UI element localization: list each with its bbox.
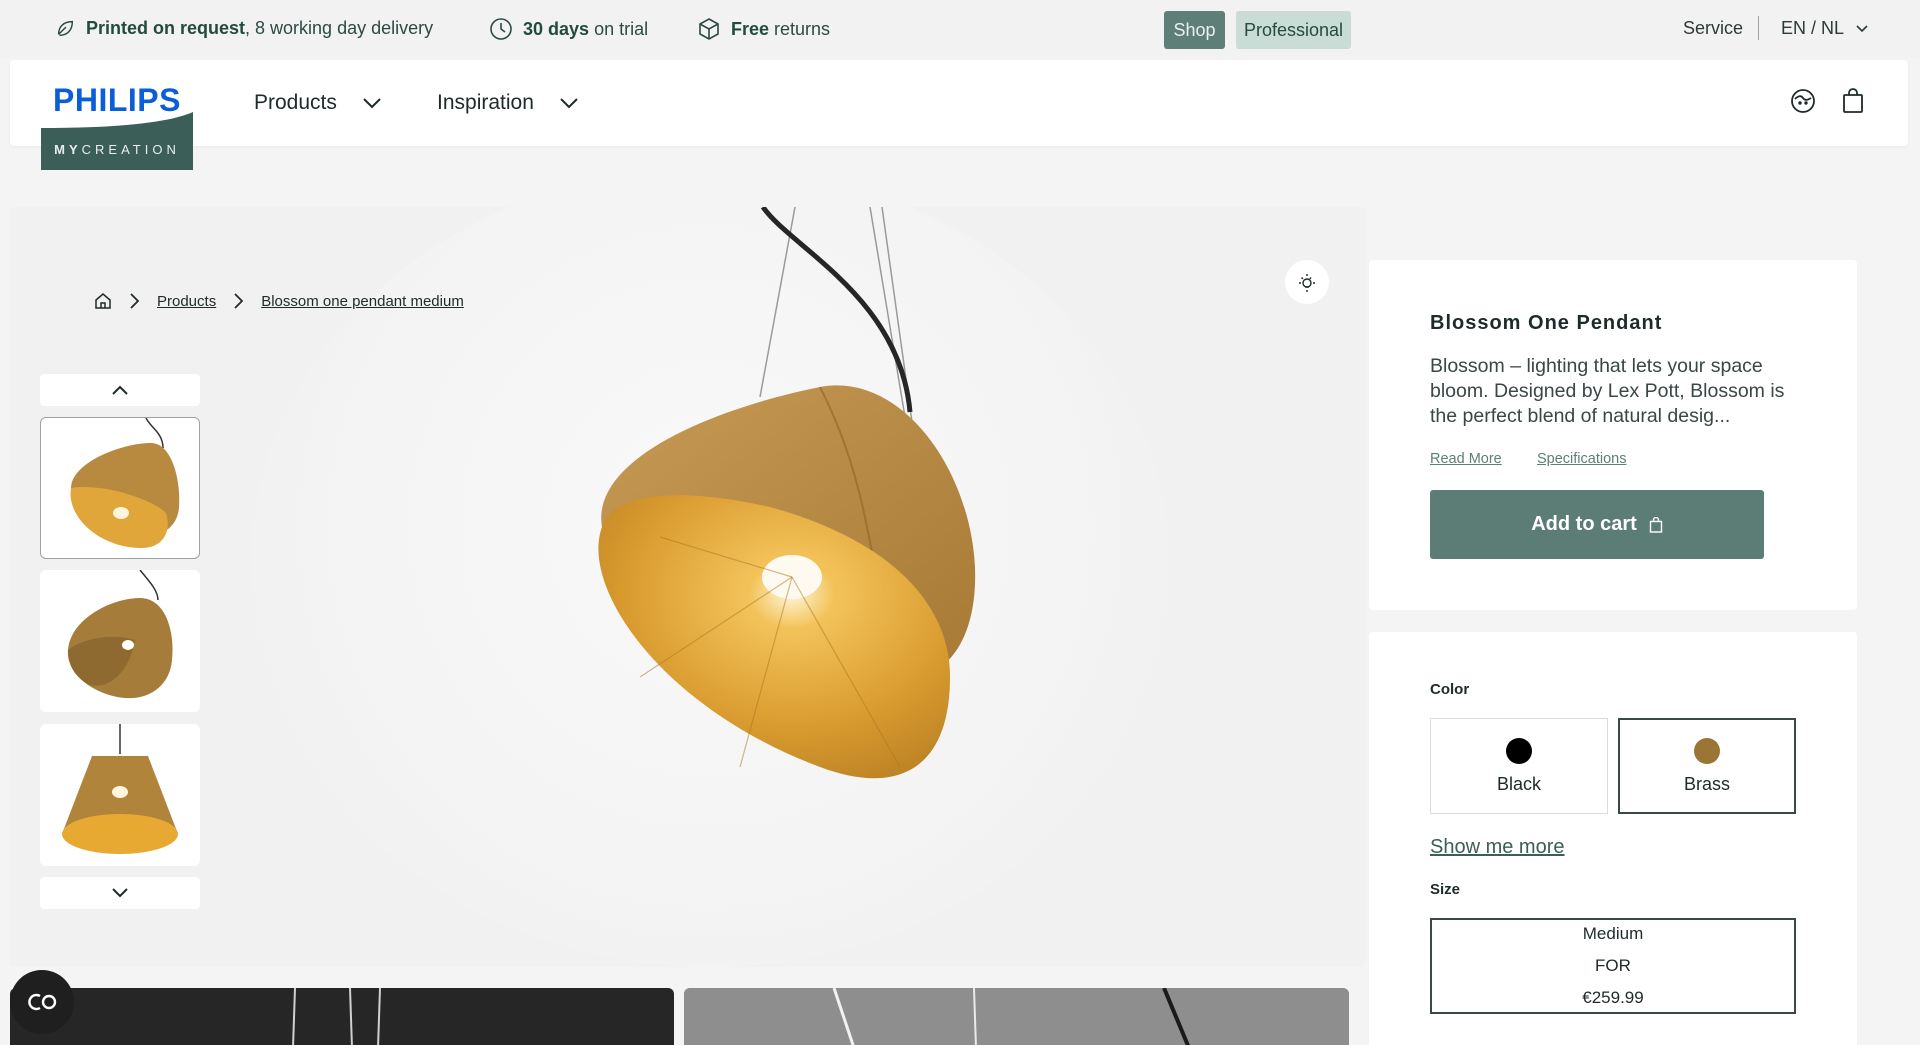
nav-products[interactable]: Products — [254, 91, 381, 115]
size-option-medium[interactable]: Medium FOR €259.99 — [1430, 918, 1796, 1014]
language-selector[interactable]: EN / NL — [1781, 18, 1868, 39]
thumbnail-scroll-up-button[interactable] — [40, 374, 200, 406]
lifestyle-image — [684, 988, 1349, 1045]
usp-text: returns — [774, 18, 831, 39]
size-for: FOR — [1595, 956, 1631, 975]
usp-printed-on-request: Printed on request , 8 working day deliv… — [54, 17, 433, 39]
thumbnail-image — [62, 724, 178, 854]
chevron-right-icon — [234, 293, 244, 309]
usp-bold: Printed on request — [86, 17, 246, 38]
lifestyle-image-2[interactable] — [684, 988, 1349, 1045]
color-option-black[interactable]: Black — [1430, 718, 1608, 814]
size-name: Medium — [1582, 924, 1644, 943]
add-to-cart-button[interactable]: Add to cart — [1430, 490, 1764, 559]
color-option-label: Black — [1496, 773, 1541, 794]
thumbnail-image — [70, 418, 180, 548]
show-me-more-link[interactable]: Show me more — [1430, 836, 1565, 859]
thumbnail-1[interactable] — [40, 417, 200, 559]
usp-text: , 8 working day delivery — [245, 17, 434, 38]
thumbnail-image — [67, 570, 173, 699]
usp-bold: Free — [731, 18, 770, 39]
logo-sub: MY CREATION — [41, 128, 193, 170]
leaf-icon — [57, 20, 74, 37]
account-icon[interactable] — [1790, 88, 1816, 114]
thumbnail-3[interactable] — [40, 724, 200, 866]
lifestyle-image — [292, 988, 381, 1045]
top-info-bar: Printed on request , 8 working day deliv… — [0, 0, 1920, 58]
chevron-right-icon — [130, 293, 139, 309]
usp-trial: 30 days on trial — [489, 17, 648, 41]
lifestyle-image-1[interactable] — [10, 988, 674, 1045]
thumbnail-2[interactable] — [40, 570, 200, 712]
color-label: Color — [1430, 681, 1470, 698]
nav-products-label: Products — [254, 91, 337, 114]
usp-bold: 30 days — [523, 18, 590, 39]
thumbnail-scroll-down-button[interactable] — [40, 877, 200, 909]
clock-icon — [490, 18, 512, 40]
box-icon — [699, 18, 719, 40]
product-main-image[interactable] — [520, 207, 1040, 827]
color-option-label: Brass — [1683, 773, 1730, 794]
breadcrumb-current-link[interactable]: Blossom one pendant medium — [261, 293, 464, 310]
accessibility-button[interactable] — [10, 970, 74, 1034]
color-dot-black — [1506, 737, 1532, 764]
chevron-down-icon — [112, 888, 128, 898]
shopping-bag-icon — [1649, 516, 1662, 533]
nav-inspiration-label: Inspiration — [437, 91, 534, 114]
add-to-cart-label: Add to cart — [1531, 513, 1637, 535]
chevron-down-icon — [560, 97, 578, 108]
product-description: Blossom – lighting that lets your space … — [1430, 355, 1785, 427]
breadcrumb: Products Blossom one pendant medium — [94, 292, 464, 310]
size-label: Size — [1430, 881, 1461, 898]
shop-toggle-button[interactable]: Shop — [1164, 11, 1225, 49]
logo-sub-bold: MY — [54, 141, 82, 157]
breadcrumb-products-link[interactable]: Products — [157, 293, 216, 310]
chevron-down-icon — [1856, 24, 1868, 32]
usp-returns: Free returns — [697, 17, 830, 41]
size-price: €259.99 — [1582, 988, 1644, 1007]
usp-text: on trial — [594, 18, 649, 39]
logo-sub-rest: CREATION — [81, 141, 180, 157]
home-icon[interactable] — [94, 292, 112, 310]
shopping-bag-icon[interactable] — [1842, 88, 1864, 114]
professional-toggle-button[interactable]: Professional — [1236, 11, 1351, 49]
nav-inspiration[interactable]: Inspiration — [437, 91, 578, 115]
accessibility-icon — [28, 993, 57, 1011]
specifications-link[interactable]: Specifications — [1537, 451, 1626, 467]
service-link[interactable]: Service — [1683, 18, 1743, 39]
divider — [1758, 16, 1759, 40]
color-option-brass[interactable]: Brass — [1618, 718, 1796, 814]
light-toggle-button[interactable] — [1285, 260, 1329, 304]
philips-mycreation-logo[interactable]: PHILIPS MY CREATION — [41, 72, 193, 170]
read-more-link[interactable]: Read More — [1430, 451, 1502, 467]
light-bulb-icon — [1299, 274, 1315, 292]
chevron-down-icon — [363, 97, 381, 108]
product-title: Blossom One Pendant — [1430, 312, 1663, 334]
language-label: EN / NL — [1781, 18, 1845, 38]
chevron-up-icon — [112, 385, 128, 395]
color-dot-brass — [1694, 737, 1720, 764]
